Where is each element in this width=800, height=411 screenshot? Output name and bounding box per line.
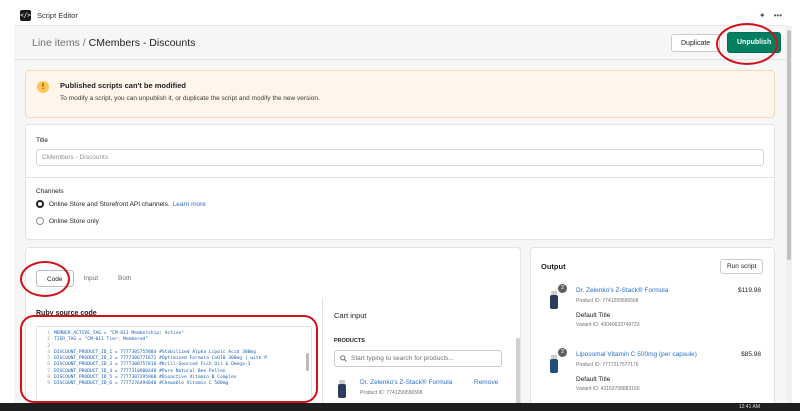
quantity-badge: 2 (558, 284, 567, 293)
source-code-label: Ruby source code (36, 310, 97, 317)
taskbar: 12:41 AM (0, 403, 800, 411)
variant-title: Default Title (576, 376, 611, 383)
output-item-name[interactable]: Liposomal Vitamin C 500mg (per capsule) (576, 351, 697, 358)
banner-text: To modify a script, you can unpublish it… (60, 95, 320, 102)
app-icon: </> (20, 10, 31, 21)
tab-code[interactable]: Code (36, 270, 74, 287)
channel-option-all-label: Online Store and Storefront API channels… (49, 200, 170, 208)
page-title: CMembers - Discounts (88, 36, 196, 49)
page-scrollbar[interactable] (786, 26, 792, 403)
cart-scrollbar[interactable] (516, 338, 520, 405)
variant-id: Variant ID: 43163708883160 (576, 386, 640, 392)
output-card: Output Run script 2 Dr. Zelenko's Z-Stac… (530, 247, 775, 405)
banner-title: Published scripts can't be modified (60, 81, 186, 90)
editor-tabs: Code Input Both (36, 270, 141, 287)
taskbar-clock: 12:41 AM (738, 404, 760, 410)
product-image (548, 354, 560, 374)
variant-title: Default Title (576, 312, 611, 319)
channels-label: Channels (36, 188, 64, 195)
breadcrumb: Line items / CMembers - Discounts (32, 37, 195, 49)
channel-option-all[interactable]: Online Store and Storefront API channels… (36, 200, 206, 208)
cart-input-title: Cart input (334, 311, 367, 320)
title-card: Title CMembers - Discounts Channels Onli… (25, 124, 775, 240)
output-item-name[interactable]: Dr. Zelenko's Z-Stack® Formula (576, 287, 668, 294)
output-item-id: Product ID: 7741299556568 (576, 298, 639, 304)
warning-banner: ! Published scripts can't be modified To… (25, 70, 775, 118)
editor-scrollbar[interactable] (306, 353, 309, 371)
radio-selected[interactable] (36, 200, 44, 208)
scrollbar-thumb[interactable] (787, 30, 791, 260)
variant-id: Variant ID: 43040633749723 (576, 322, 640, 328)
channel-option-online-store-label: Online Store only (49, 217, 99, 225)
radio-unselected[interactable] (36, 217, 44, 225)
output-item: 2 Dr. Zelenko's Z-Stack® Formula Product… (544, 284, 769, 334)
app-main: Line items / CMembers - Discounts Duplic… (14, 26, 786, 405)
divider (26, 177, 774, 178)
code-line: 9 DISCOUNT_PRODUCT_ID_6 = 7777276494040 #… (47, 381, 229, 387)
search-placeholder: Start typing to search for products... (351, 355, 454, 362)
tab-both[interactable]: Both (108, 270, 141, 287)
more-icon[interactable]: ••• (774, 11, 782, 20)
channel-option-online-store[interactable]: Online Store only (36, 217, 99, 225)
pin-icon[interactable]: ✦ (759, 11, 766, 20)
cart-item-name[interactable]: Dr. Zelenko's Z-Stack® Formula (360, 379, 452, 386)
warning-icon: ! (37, 81, 49, 93)
code-editor[interactable]: 1 MEMBER_ACTIVE_TAG = "CM-011 Membership:… (36, 326, 312, 405)
remove-link[interactable]: Remove (474, 379, 498, 386)
window-title: Script Editor (37, 11, 78, 20)
title-label: Title (36, 137, 49, 144)
breadcrumb-parent[interactable]: Line items (32, 37, 80, 49)
output-title: Output (541, 262, 566, 271)
quantity-badge: 2 (558, 348, 567, 357)
learn-more-link[interactable]: Learn more (173, 201, 206, 208)
cart-input-panel: Cart input PRODUCTS Start typing to sear… (322, 298, 522, 405)
unpublish-button[interactable]: Unpublish (727, 32, 782, 53)
breadcrumb-separator: / (82, 36, 86, 49)
search-icon (340, 355, 347, 362)
product-image (336, 379, 348, 399)
tab-input[interactable]: Input (74, 270, 108, 287)
duplicate-button[interactable]: Duplicate (671, 34, 721, 52)
output-item-id: Product ID: 7777217577176 (576, 362, 639, 368)
output-item-price: $85.98 (741, 351, 761, 358)
product-image (548, 290, 560, 310)
product-search-input[interactable]: Start typing to search for products... (334, 350, 502, 367)
output-item-price: $119.98 (737, 287, 761, 294)
output-item: 2 Liposomal Vitamin C 500mg (per capsule… (544, 348, 769, 398)
window-titlebar: </> Script Editor ✦ ••• (14, 6, 786, 26)
page-header: Line items / CMembers - Discounts Duplic… (14, 26, 786, 60)
cart-item-id: Product ID: 7741299556568 (360, 390, 423, 396)
products-label: PRODUCTS (334, 338, 365, 344)
code-card: Code Input Both Ruby source code 1 MEMBER… (25, 247, 521, 405)
title-input[interactable]: CMembers - Discounts (36, 149, 764, 166)
cart-item: Dr. Zelenko's Z-Stack® Formula Product I… (334, 378, 504, 405)
run-script-button[interactable]: Run script (720, 259, 764, 274)
